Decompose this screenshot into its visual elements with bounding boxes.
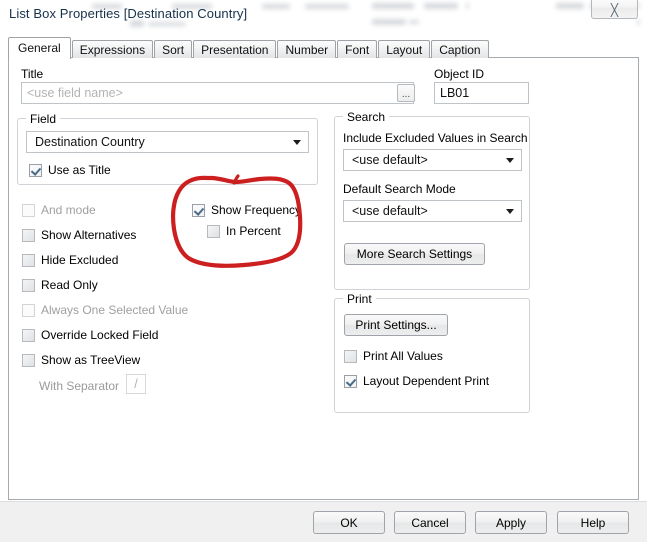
- checkbox-box: [22, 228, 35, 242]
- checkbox-box: [22, 353, 35, 367]
- checkbox-box: [344, 374, 357, 388]
- tab-general[interactable]: General: [8, 37, 71, 59]
- checkbox-read-only[interactable]: Read Only: [22, 278, 98, 292]
- checkbox-label: And mode: [41, 203, 96, 217]
- tab-strip: General Expressions Sort Presentation Nu…: [8, 37, 490, 59]
- checkbox-and-mode[interactable]: And mode: [22, 203, 96, 217]
- checkbox-always-one-selected-value[interactable]: Always One Selected Value: [22, 303, 188, 317]
- chevron-down-icon: [506, 209, 514, 214]
- field-select-value: Destination Country: [35, 135, 145, 149]
- checkbox-use-as-title[interactable]: Use as Title: [29, 163, 111, 177]
- checkbox-label: Show as TreeView: [41, 353, 141, 367]
- checkbox-label: Print All Values: [363, 349, 443, 363]
- checkbox-box: [22, 253, 35, 267]
- checkbox-label: Show Frequency: [211, 203, 302, 217]
- tab-sort[interactable]: Sort: [154, 40, 193, 58]
- checkbox-hide-excluded[interactable]: Hide Excluded: [22, 253, 118, 267]
- checkbox-label: Read Only: [41, 278, 98, 292]
- search-group-title: Search: [343, 110, 390, 124]
- checkbox-label: Always One Selected Value: [41, 303, 189, 317]
- with-separator-label: With Separator: [39, 379, 120, 393]
- default-search-mode-value: <use default>: [352, 204, 428, 218]
- checkbox-box: [29, 163, 42, 177]
- chevron-down-icon: [293, 140, 301, 145]
- checkbox-box: [22, 328, 35, 342]
- close-x-icon: ╳: [610, 3, 619, 17]
- checkbox-label: Use as Title: [48, 163, 111, 177]
- print-group-title: Print: [343, 292, 376, 306]
- list-box-properties-dialog: List Box Properties [Destination Country…: [0, 0, 647, 542]
- tab-caption[interactable]: Caption: [431, 40, 489, 58]
- checkbox-box: [22, 303, 35, 317]
- dialog-titlebar: List Box Properties [Destination Country…: [0, 0, 647, 30]
- help-button[interactable]: Help: [557, 511, 629, 534]
- print-settings-button[interactable]: Print Settings...: [344, 314, 448, 336]
- apply-button[interactable]: Apply: [475, 511, 547, 534]
- more-search-settings-button[interactable]: More Search Settings: [344, 243, 485, 265]
- checkbox-layout-dependent-print[interactable]: Layout Dependent Print: [344, 374, 489, 388]
- checkbox-box: [22, 278, 35, 292]
- chevron-down-icon: [506, 158, 514, 163]
- checkbox-label: Hide Excluded: [41, 253, 119, 267]
- include-excluded-value: <use default>: [352, 153, 428, 167]
- checkbox-label: Show Alternatives: [41, 228, 137, 242]
- checkbox-label: Override Locked Field: [41, 328, 159, 342]
- checkbox-print-all-values[interactable]: Print All Values: [344, 349, 443, 363]
- checkbox-box: [344, 349, 357, 363]
- title-input[interactable]: <use field name>: [21, 82, 414, 104]
- object-id-label: Object ID: [434, 67, 485, 81]
- dialog-footer: OK Cancel Apply Help: [0, 501, 647, 542]
- checkbox-show-frequency[interactable]: Show Frequency: [192, 203, 301, 217]
- ok-button[interactable]: OK: [313, 511, 385, 534]
- field-group-title: Field: [26, 112, 61, 126]
- tab-font[interactable]: Font: [337, 40, 378, 58]
- general-tab-page: Title <use field name> ... Object ID LB0…: [8, 57, 639, 500]
- field-select[interactable]: Destination Country: [26, 131, 309, 153]
- tab-expressions[interactable]: Expressions: [71, 40, 154, 58]
- title-browse-button[interactable]: ...: [397, 84, 415, 102]
- close-button[interactable]: ╳: [591, 0, 638, 19]
- include-excluded-label: Include Excluded Values in Search: [343, 131, 528, 145]
- include-excluded-select[interactable]: <use default>: [343, 149, 522, 171]
- with-separator-input[interactable]: /: [126, 374, 146, 394]
- checkbox-label: Layout Dependent Print: [363, 374, 490, 388]
- checkbox-box: [192, 203, 205, 217]
- tab-layout[interactable]: Layout: [378, 40, 431, 58]
- object-id-input[interactable]: LB01: [434, 82, 529, 104]
- tab-number[interactable]: Number: [277, 40, 337, 58]
- default-search-mode-label: Default Search Mode: [343, 182, 456, 196]
- checkbox-box: [207, 224, 220, 238]
- checkbox-override-locked-field[interactable]: Override Locked Field: [22, 328, 158, 342]
- tab-presentation[interactable]: Presentation: [193, 40, 277, 58]
- cancel-button[interactable]: Cancel: [394, 511, 466, 534]
- dialog-title: List Box Properties [Destination Country…: [9, 6, 248, 21]
- title-label: Title: [21, 67, 44, 81]
- default-search-mode-select[interactable]: <use default>: [343, 200, 522, 222]
- checkbox-show-as-treeview[interactable]: Show as TreeView: [22, 353, 140, 367]
- checkbox-box: [22, 203, 35, 217]
- checkbox-show-alternatives[interactable]: Show Alternatives: [22, 228, 136, 242]
- checkbox-label: In Percent: [226, 224, 281, 238]
- checkbox-in-percent[interactable]: In Percent: [207, 224, 281, 238]
